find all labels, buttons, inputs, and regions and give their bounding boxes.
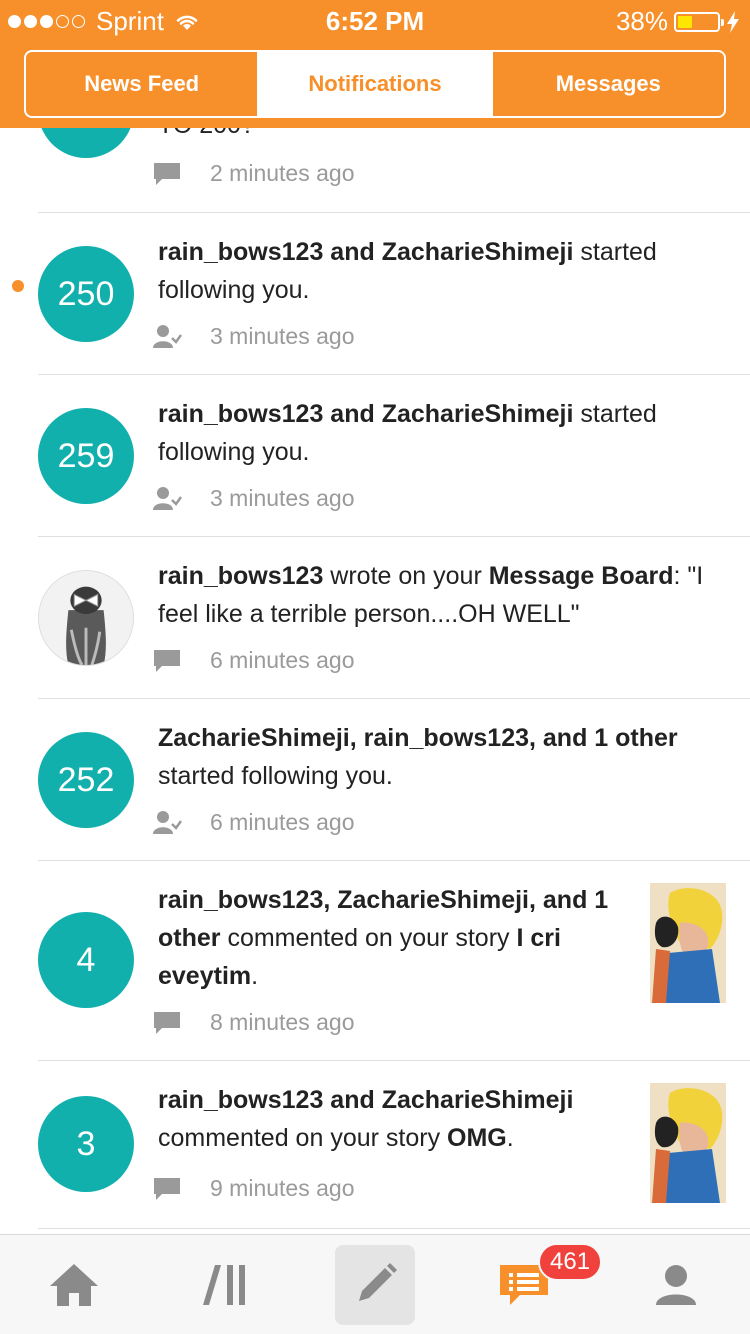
notification-time: 9 minutes ago xyxy=(210,1175,355,1201)
notification-users[interactable]: rain_bows123 and ZacharieShimeji xyxy=(158,400,573,428)
comment-icon xyxy=(154,162,180,185)
story-title[interactable]: OMG xyxy=(447,1124,507,1152)
notification-text: following you. xyxy=(158,276,310,304)
notification-users[interactable]: rain_bows123 and ZacharieShimeji xyxy=(158,238,573,266)
notification-time: 3 minutes ago xyxy=(210,485,355,511)
notification-users-more[interactable]: other xyxy=(158,924,221,952)
notification-action: commented on your story xyxy=(158,1124,448,1152)
notification-quote-start: : "I xyxy=(673,562,704,590)
notification-time: 8 minutes ago xyxy=(210,1009,355,1035)
notification-badge: 259 xyxy=(38,408,134,504)
bottom-tab-bar: 461 xyxy=(0,1234,750,1334)
profile-tab[interactable] xyxy=(636,1245,716,1325)
write-tab[interactable] xyxy=(335,1245,415,1325)
notifications-list: TO 200? 2 minutes ago 250 rain_bows123 a… xyxy=(0,128,750,1234)
list-item[interactable]: 259 rain_bows123 and ZacharieShimeji sta… xyxy=(0,375,750,537)
notification-punct: . xyxy=(251,962,259,990)
notification-action: started xyxy=(573,238,657,266)
profile-icon xyxy=(656,1265,696,1305)
tab-notifications[interactable]: Notifications xyxy=(259,52,493,116)
notification-time: 2 minutes ago xyxy=(210,160,355,186)
notification-count-badge: 461 xyxy=(538,1243,603,1281)
comment-icon xyxy=(154,1177,180,1200)
home-icon xyxy=(50,1264,98,1306)
notification-action: started xyxy=(573,400,657,428)
story-cover-art xyxy=(650,1083,726,1203)
message-board-link[interactable]: Message Board xyxy=(489,562,674,590)
notification-text: started following you. xyxy=(158,762,393,790)
tab-messages[interactable]: Messages xyxy=(493,52,724,116)
notification-users[interactable]: rain_bows123 and ZacharieShimeji xyxy=(158,1086,573,1114)
status-bar: Sprint 6:52 PM 38% xyxy=(0,0,750,40)
notification-user[interactable]: rain_bows123 xyxy=(158,562,323,590)
follow-icon xyxy=(153,486,182,510)
notification-badge: 252 xyxy=(38,732,134,828)
battery-icon xyxy=(674,11,724,32)
library-tab[interactable] xyxy=(186,1245,266,1325)
notification-time: 3 minutes ago xyxy=(210,323,355,349)
notification-text: following you. xyxy=(158,438,310,466)
list-item[interactable]: 252 ZacharieShimeji, rain_bows123, and 1… xyxy=(0,699,750,861)
list-item[interactable]: 250 rain_bows123 and ZacharieShimeji sta… xyxy=(0,213,750,375)
write-icon xyxy=(359,1263,397,1301)
notification-badge: 4 xyxy=(38,912,134,1008)
segmented-tabs: News Feed Notifications Messages xyxy=(24,50,726,118)
notification-action: wrote on your xyxy=(323,562,489,590)
follow-icon xyxy=(153,324,182,348)
battery-percent: 38% xyxy=(615,6,668,36)
unread-dot xyxy=(12,280,24,292)
comment-icon xyxy=(154,1011,180,1034)
charging-bolt-icon xyxy=(727,10,739,33)
notification-text: feel like a terrible person....OH WELL" xyxy=(158,600,580,628)
notification-punct: . xyxy=(506,1124,514,1152)
list-item[interactable]: 4 rain_bows123, ZacharieShimeji, and 1 o… xyxy=(0,861,750,1061)
list-item[interactable]: 3 rain_bows123 and ZacharieShimeji comme… xyxy=(0,1061,750,1229)
notification-text: TO 200? xyxy=(158,128,255,139)
notification-badge xyxy=(38,128,134,158)
notification-time: 6 minutes ago xyxy=(210,647,355,673)
story-title[interactable]: I cri xyxy=(516,924,560,952)
header: Sprint 6:52 PM 38% News Feed Notificatio… xyxy=(0,0,750,128)
story-cover-art xyxy=(650,883,726,1003)
home-tab[interactable] xyxy=(34,1245,114,1325)
notification-users[interactable]: ZacharieShimeji, rain_bows123, and 1 oth… xyxy=(158,724,678,752)
user-avatar[interactable] xyxy=(38,570,134,666)
story-cover-thumbnail[interactable] xyxy=(650,883,726,1003)
notification-action: commented on your story xyxy=(220,924,517,952)
comment-icon xyxy=(154,649,180,672)
notification-badge: 3 xyxy=(38,1096,134,1192)
story-cover-thumbnail[interactable] xyxy=(650,1083,726,1203)
library-icon xyxy=(203,1265,245,1305)
avatar-photo-icon xyxy=(39,571,133,665)
story-title-cont[interactable]: eveytim xyxy=(158,962,251,990)
follow-icon xyxy=(153,810,182,834)
notification-badge: 250 xyxy=(38,246,134,342)
notification-users[interactable]: rain_bows123, ZacharieShimeji, and 1 xyxy=(158,886,608,914)
list-item[interactable]: rain_bows123 wrote on your Message Board… xyxy=(0,537,750,699)
tab-news-feed[interactable]: News Feed xyxy=(26,52,260,116)
list-item[interactable]: TO 200? 2 minutes ago xyxy=(0,128,750,213)
notification-time: 6 minutes ago xyxy=(210,809,355,835)
